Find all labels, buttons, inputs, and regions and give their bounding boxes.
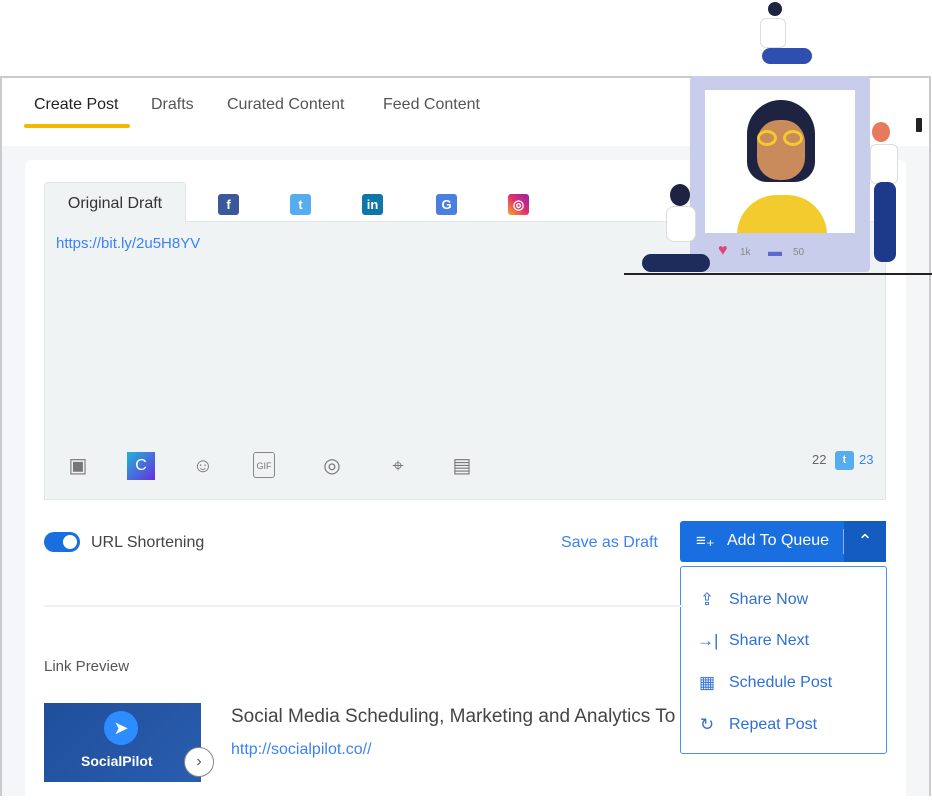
calendar-icon: ▦ xyxy=(698,673,716,692)
location-icon[interactable]: ⌖ xyxy=(384,452,412,480)
add-to-queue-label: Add To Queue xyxy=(727,532,830,549)
socialpilot-logo-icon: ➤ xyxy=(104,711,138,745)
post-text[interactable]: https://bit.ly/2u5H8YV xyxy=(56,235,200,252)
tab-drafts[interactable]: Drafts xyxy=(151,96,194,114)
preview-title: Social Media Scheduling, Marketing and A… xyxy=(231,706,676,727)
url-shortening-toggle[interactable] xyxy=(44,532,80,552)
person-laptop-illustration xyxy=(640,184,710,274)
comments-count: 50 xyxy=(793,247,805,258)
target-icon[interactable]: ◎ xyxy=(318,452,346,480)
tab-feed-content[interactable]: Feed Content xyxy=(383,96,480,114)
char-count: 22 xyxy=(812,452,827,467)
person-selfie-illustration xyxy=(862,118,922,272)
canva-icon[interactable]: C xyxy=(127,452,155,480)
profile-frame-illustration: ♥ 1k ▬ 50 xyxy=(690,76,870,272)
menu-item-schedule-post[interactable]: ▦ Schedule Post xyxy=(697,673,832,693)
save-as-draft-button[interactable]: Save as Draft xyxy=(561,534,658,552)
add-to-queue-button[interactable]: ≡₊ Add To Queue ⌃ xyxy=(680,521,886,562)
arrow-to-line-icon: →| xyxy=(697,631,719,650)
chevron-up-icon[interactable]: ⌃ xyxy=(844,521,886,562)
likes-count: 1k xyxy=(740,247,751,258)
heart-icon: ♥ xyxy=(718,242,728,259)
emoji-icon[interactable]: ☺ xyxy=(189,452,217,480)
person-sitting-illustration xyxy=(758,2,818,80)
comment-bubble-icon: ▬ xyxy=(768,243,782,259)
queue-add-icon: ≡₊ xyxy=(696,531,715,550)
menu-item-share-next[interactable]: →| Share Next xyxy=(697,631,809,651)
next-preview-button[interactable]: › xyxy=(184,747,214,777)
queue-dropdown-menu: ⇪ Share Now →| Share Next ▦ Schedule Post ↻… xyxy=(680,566,887,754)
share-icon: ⇪ xyxy=(699,590,715,609)
tab-curated-content[interactable]: Curated Content xyxy=(227,96,344,114)
google-my-business-icon[interactable]: G xyxy=(436,194,457,215)
tab-create-post[interactable]: Create Post xyxy=(34,96,118,114)
twitter-icon[interactable]: t xyxy=(290,194,311,215)
section-divider xyxy=(44,605,684,607)
media-icon[interactable]: ▣ xyxy=(64,452,92,480)
twitter-char-count: 23 xyxy=(859,452,874,467)
gif-icon[interactable]: GIF xyxy=(253,452,275,478)
url-shortening-label: URL Shortening xyxy=(91,534,205,551)
twitter-count-icon: t xyxy=(835,451,854,470)
facebook-icon[interactable]: f xyxy=(218,194,239,215)
comment-icon[interactable]: ▤ xyxy=(448,452,476,480)
tab-original-draft[interactable]: Original Draft xyxy=(44,182,186,223)
brand-name: SocialPilot xyxy=(81,753,153,769)
linkedin-icon[interactable]: in xyxy=(362,194,383,215)
preview-thumbnail: ➤ SocialPilot xyxy=(44,703,201,782)
active-tab-indicator xyxy=(24,124,130,128)
instagram-icon[interactable]: ◎ xyxy=(508,194,529,215)
menu-item-repeat-post[interactable]: ↻ Repeat Post xyxy=(697,715,817,735)
menu-item-share-now[interactable]: ⇪ Share Now xyxy=(697,590,808,610)
link-preview-heading: Link Preview xyxy=(44,658,130,675)
calendar-repeat-icon: ↻ xyxy=(699,715,715,734)
preview-url[interactable]: http://socialpilot.co// xyxy=(231,741,372,759)
